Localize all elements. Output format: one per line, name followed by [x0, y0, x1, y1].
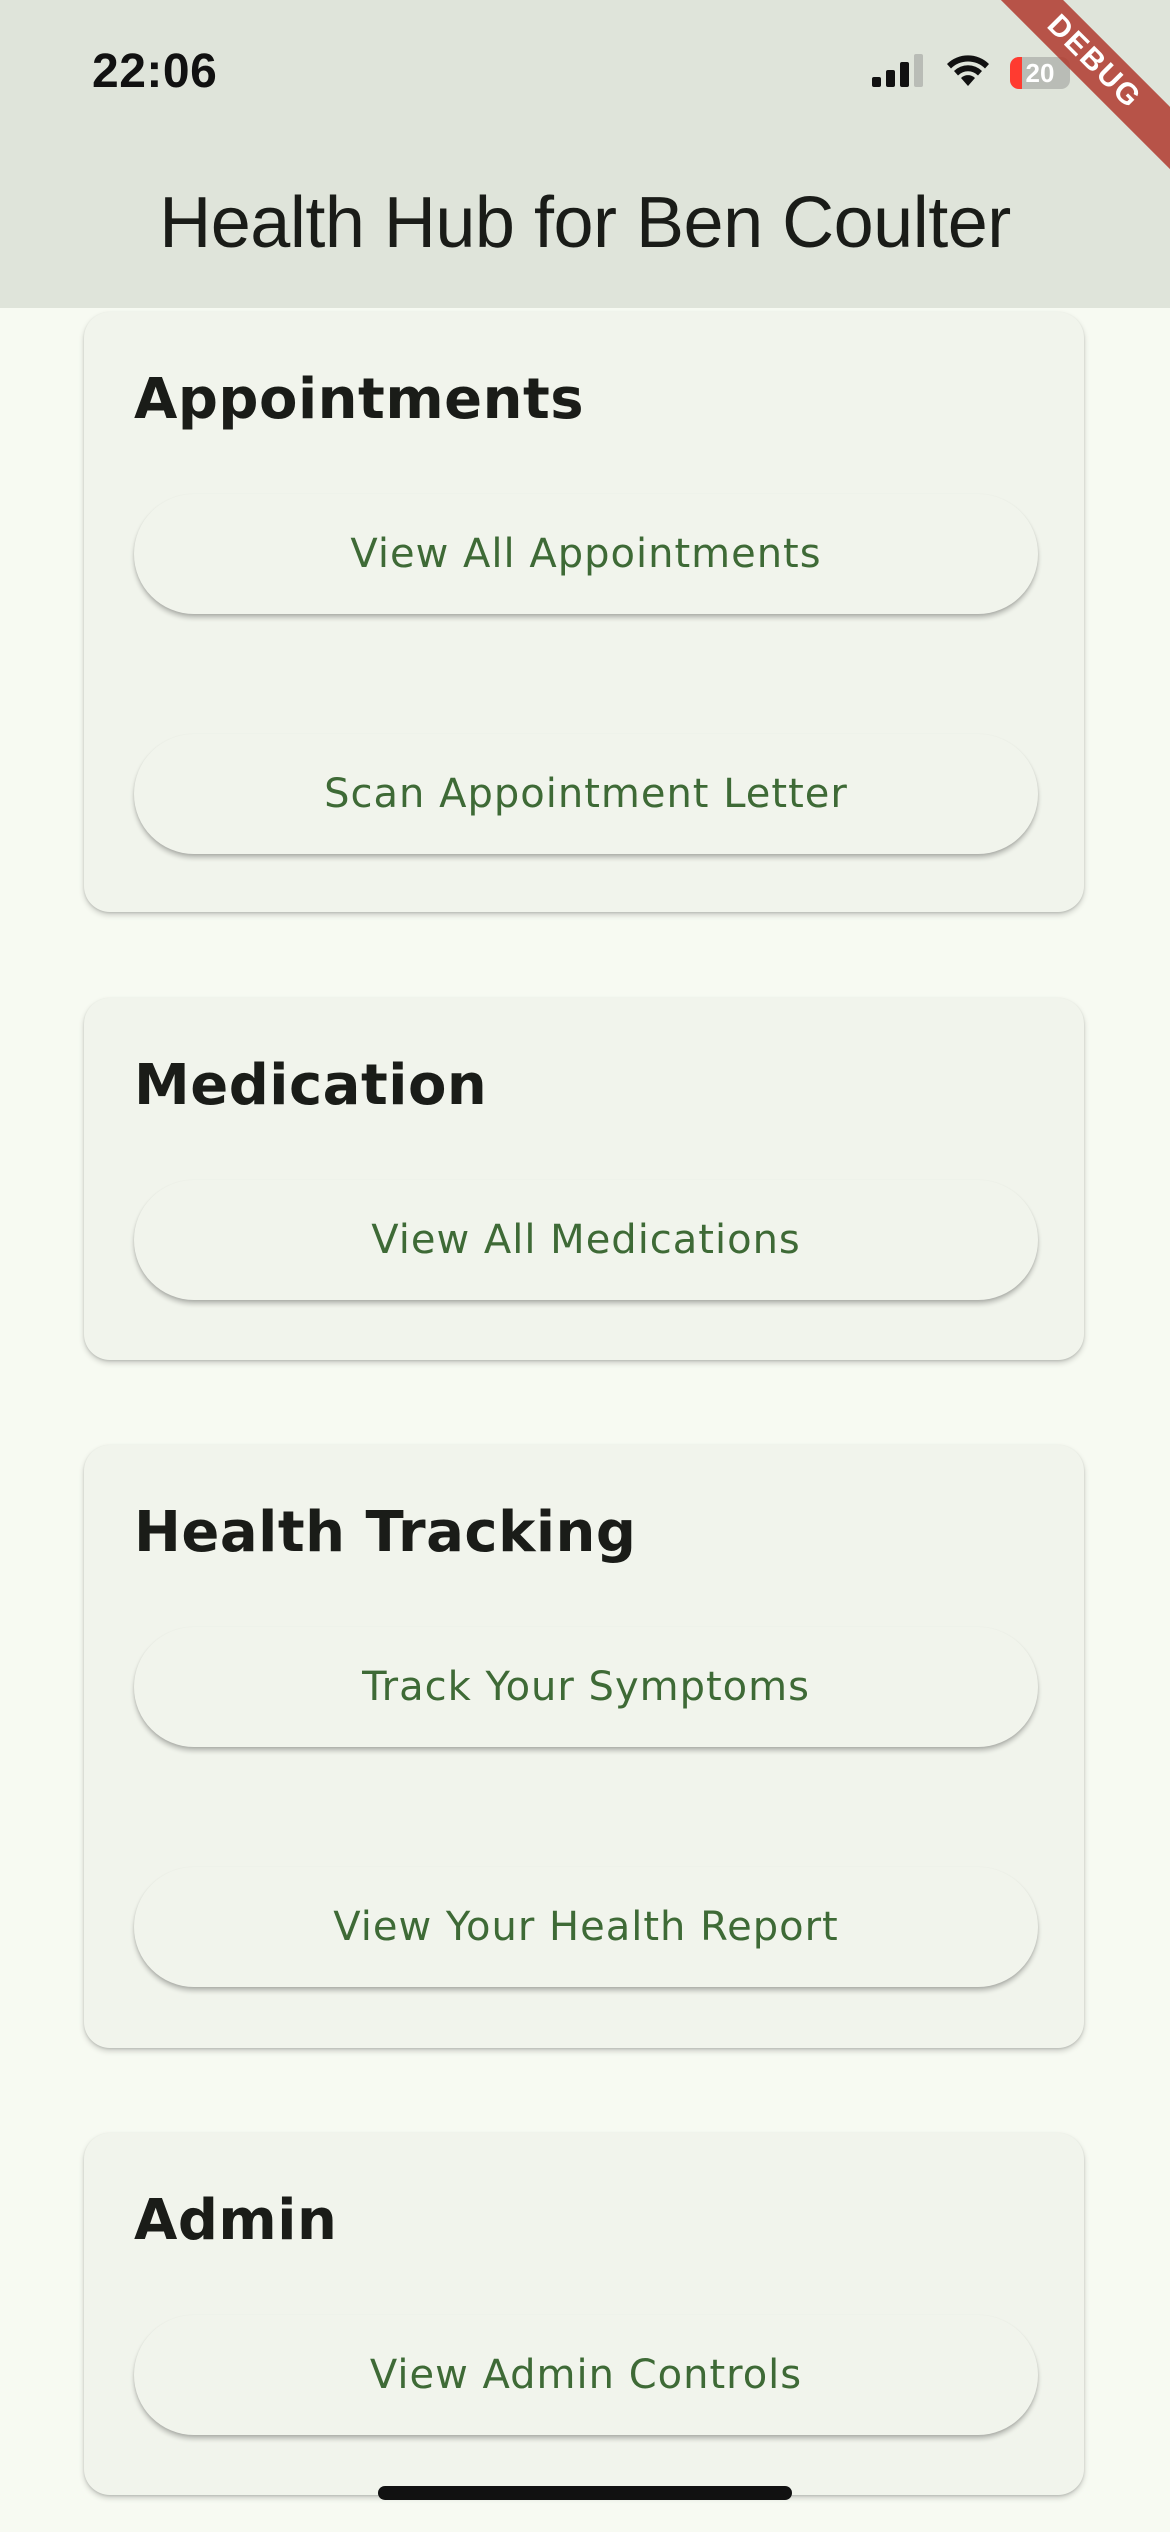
medication-title: Medication — [134, 1053, 488, 1118]
health-tracking-title: Health Tracking — [134, 1500, 637, 1565]
scan-appointment-letter-label: Scan Appointment Letter — [324, 771, 848, 817]
view-health-report-label: View Your Health Report — [333, 1904, 839, 1950]
view-all-appointments-label: View All Appointments — [350, 531, 822, 577]
app-bar: 22:06 20 Health Hub for Ben Coulter — [0, 0, 1170, 308]
admin-title: Admin — [134, 2188, 338, 2253]
scan-appointment-letter-button[interactable]: Scan Appointment Letter — [134, 734, 1038, 854]
track-symptoms-button[interactable]: Track Your Symptoms — [134, 1627, 1038, 1747]
appointments-card: Appointments View All Appointments Scan … — [84, 312, 1084, 912]
appointments-title: Appointments — [134, 367, 585, 432]
medication-card: Medication View All Medications — [84, 998, 1084, 1360]
wifi-icon — [944, 52, 992, 93]
battery-level: 20 — [1025, 57, 1055, 88]
status-time: 22:06 — [92, 45, 218, 98]
view-admin-controls-button[interactable]: View Admin Controls — [134, 2315, 1038, 2435]
screen: 22:06 20 Health Hub for Ben Coulter DEBU… — [0, 0, 1170, 2532]
track-symptoms-label: Track Your Symptoms — [362, 1664, 810, 1710]
view-all-appointments-button[interactable]: View All Appointments — [134, 494, 1038, 614]
battery-icon: 20 — [1010, 56, 1070, 89]
cellular-signal-icon — [872, 53, 926, 92]
view-all-medications-label: View All Medications — [371, 1217, 801, 1263]
admin-card: Admin View Admin Controls — [84, 2133, 1084, 2495]
view-health-report-button[interactable]: View Your Health Report — [134, 1867, 1038, 1987]
view-admin-controls-label: View Admin Controls — [369, 2352, 803, 2398]
view-all-medications-button[interactable]: View All Medications — [134, 1180, 1038, 1300]
health-tracking-card: Health Tracking Track Your Symptoms View… — [84, 1445, 1084, 2048]
home-indicator[interactable] — [378, 2486, 792, 2500]
page-title: Health Hub for Ben Coulter — [159, 183, 1011, 263]
status-icons: 20 — [872, 52, 1070, 93]
